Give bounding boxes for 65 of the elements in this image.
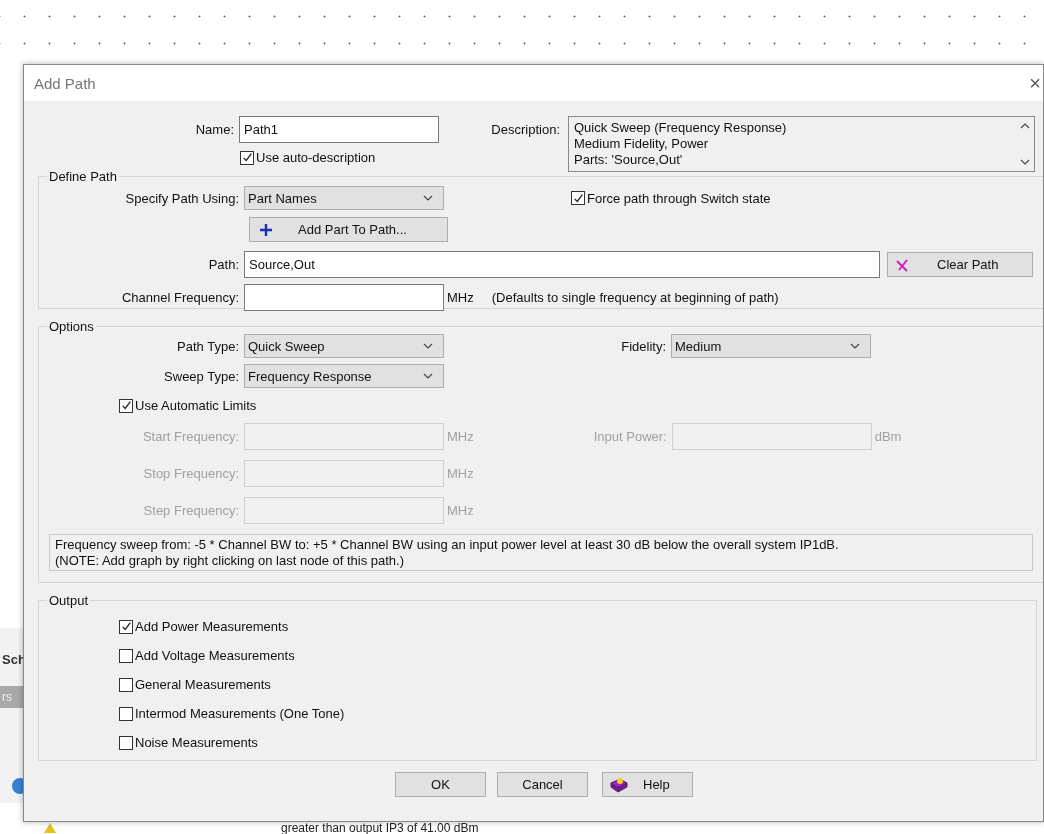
help-button[interactable]: Help — [602, 772, 693, 797]
chevron-down-icon — [423, 195, 433, 201]
checkbox[interactable] — [119, 677, 133, 692]
chevron-down-icon — [423, 373, 433, 379]
checkbox-label[interactable]: Force path through Switch state — [587, 190, 771, 206]
name-field[interactable]: Path1 — [239, 116, 439, 143]
checkbox-label[interactable]: General Measurements — [135, 677, 271, 692]
field-label: Fidelity: — [620, 338, 667, 354]
checkbox[interactable] — [119, 648, 133, 663]
field-label: Stop Frequency: — [142, 466, 240, 481]
chevron-down-icon — [850, 343, 860, 349]
clear-path-button[interactable]: Clear Path — [887, 252, 1033, 277]
field-label: Description: — [490, 121, 561, 137]
unit-label: dBm — [874, 429, 902, 444]
channel-frequency-field[interactable] — [244, 284, 444, 311]
field-label: Sweep Type: — [163, 368, 240, 384]
chevron-down-icon — [423, 343, 433, 349]
scroll-down-icon[interactable] — [1020, 159, 1030, 165]
field-label: Channel Frequency: — [120, 290, 240, 305]
checkbox-label[interactable]: Add Voltage Measurements — [135, 648, 295, 663]
dialog-button[interactable]: Cancel — [497, 772, 588, 797]
checkbox-label[interactable]: Intermod Measurements (One Tone) — [135, 706, 345, 721]
checkbox-label[interactable]: Add Power Measurements — [135, 619, 289, 634]
field-label: Path: — [207, 257, 240, 272]
dialog-button[interactable]: OK — [395, 772, 486, 797]
info-text: Frequency sweep from: -5 * Channel BW to: +5 * Channel BW using an input power level at least 30 dB below the overall system IP1dB. — [55, 537, 840, 553]
checkbox[interactable] — [119, 619, 133, 634]
description-box[interactable]: Quick Sweep (Frequency Response) Medium Fidelity, Power Parts: 'Source,Out' — [568, 116, 1035, 172]
hint-text: (Defaults to single frequency at beginning of path) — [491, 290, 779, 305]
add-part-button[interactable]: Add Part To Path... — [249, 217, 448, 242]
field-label: Path Type: — [176, 338, 240, 354]
scroll-up-icon[interactable] — [1020, 123, 1030, 129]
checkbox[interactable] — [240, 150, 254, 165]
checkbox-label[interactable]: Use Automatic Limits — [135, 398, 257, 413]
field-label: Step Frequency: — [142, 503, 240, 518]
checkbox[interactable] — [119, 398, 133, 413]
dropdown[interactable]: Quick Sweep — [244, 334, 444, 358]
unit-label: MHz — [447, 466, 474, 481]
checkbox[interactable] — [119, 706, 133, 721]
unit-label: MHz — [447, 503, 474, 518]
unit-label: MHz — [447, 290, 474, 305]
dropdown[interactable]: Part Names — [244, 186, 444, 210]
field-label: Start Frequency: — [141, 429, 240, 444]
field-label: Name: — [194, 121, 235, 137]
checkbox[interactable] — [119, 735, 133, 750]
status-message: greater than output IP3 of 41.00 dBm — [281, 822, 479, 834]
group-title: Options — [48, 319, 95, 334]
group-title: Output — [48, 593, 90, 608]
plus-icon — [260, 223, 272, 236]
checkbox-label[interactable]: Noise Measurements — [135, 735, 258, 750]
description-line: Medium Fidelity, Power — [574, 136, 710, 152]
window-title: Add Path — [33, 74, 96, 92]
group-title: Define Path — [48, 169, 118, 184]
field-label: Input Power: — [592, 429, 668, 444]
checkbox[interactable] — [571, 191, 585, 205]
description-line: Quick Sweep (Frequency Response) — [574, 120, 788, 136]
field-label: Specify Path Using: — [124, 190, 240, 206]
unit-label: MHz — [447, 429, 474, 444]
dropdown[interactable]: Frequency Response — [244, 364, 444, 388]
description-line: Parts: 'Source,Out' — [574, 152, 684, 168]
close-button[interactable]: × — [1029, 71, 1041, 95]
info-text: (NOTE: Add graph by right clicking on last node of this path.) — [55, 553, 405, 569]
dropdown[interactable]: Medium — [671, 334, 871, 358]
path-field[interactable]: Source,Out — [244, 251, 880, 278]
checkbox-label[interactable]: Use auto-description — [256, 150, 376, 165]
